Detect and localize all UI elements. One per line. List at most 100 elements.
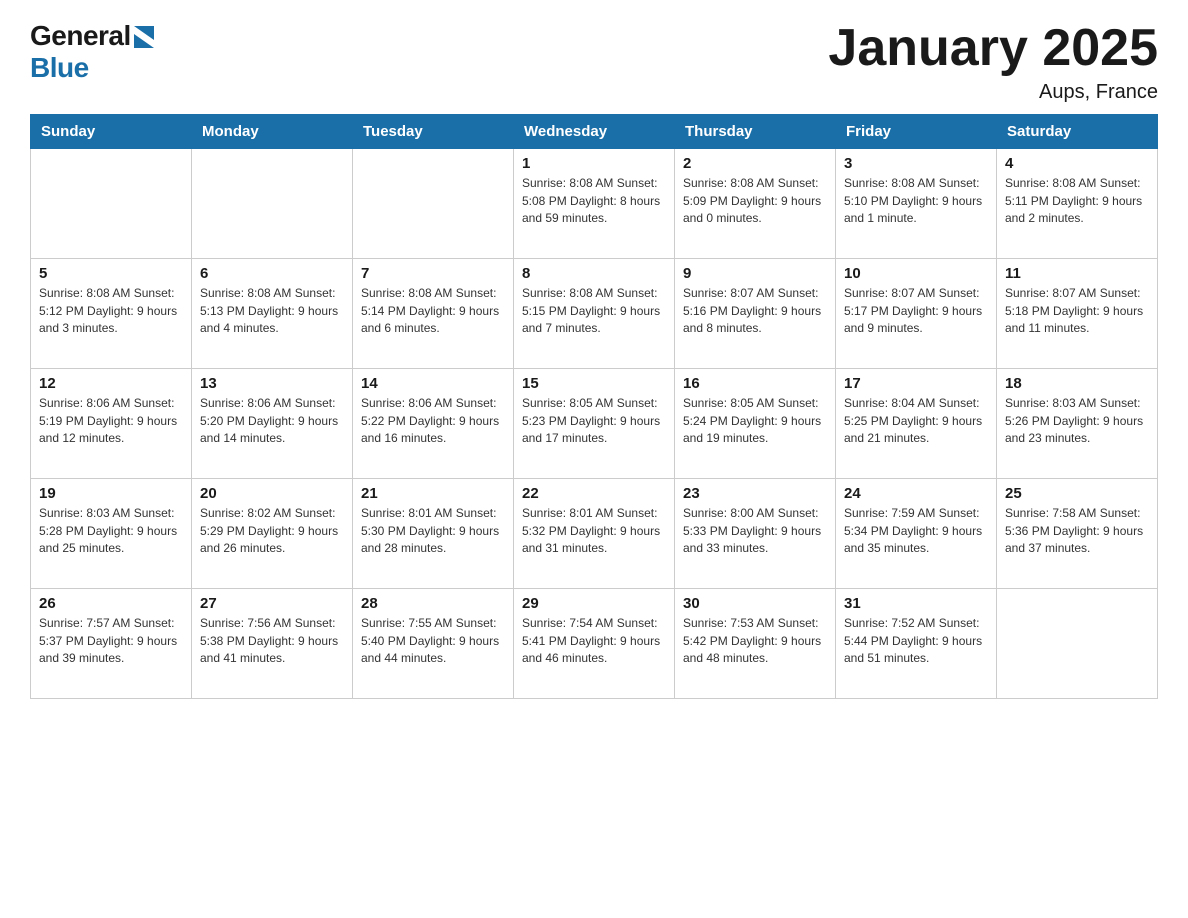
day-number: 27: [200, 595, 344, 612]
table-row: 12 Sunrise: 8:06 AM Sunset: 5:19 PM Dayli…: [31, 369, 192, 479]
col-monday: Monday: [192, 115, 353, 149]
table-row: 31Sunrise: 7:52 AM Sunset: 5:44 PM Dayli…: [836, 589, 997, 699]
calendar-week-row: 26 Sunrise: 7:57 AM Sunset: 5:37 PM Dayli…: [31, 589, 1158, 699]
table-row: 20Sunrise: 8:02 AM Sunset: 5:29 PM Dayli…: [192, 479, 353, 589]
col-wednesday: Wednesday: [514, 115, 675, 149]
logo-blue-text: Blue: [30, 52, 89, 83]
table-row: 4 Sunrise: 8:08 AM Sunset: 5:11 PM Daylig…: [997, 149, 1158, 259]
table-row: 2Sunrise: 8:08 AM Sunset: 5:09 PM Daylig…: [675, 149, 836, 259]
col-tuesday: Tuesday: [353, 115, 514, 149]
table-row: 1Sunrise: 8:08 AM Sunset: 5:08 PM Daylig…: [514, 149, 675, 259]
day-info: Sunrise: 8:03 AM Sunset: 5:26 PM Dayligh…: [1005, 395, 1149, 447]
day-info: Sunrise: 8:05 AM Sunset: 5:23 PM Dayligh…: [522, 395, 666, 447]
day-number: 28: [361, 595, 505, 612]
calendar-title: January 2025: [828, 20, 1158, 77]
table-row: [192, 149, 353, 259]
col-thursday: Thursday: [675, 115, 836, 149]
day-number: 10: [844, 265, 988, 282]
day-number: 7: [361, 265, 505, 282]
table-row: 26 Sunrise: 7:57 AM Sunset: 5:37 PM Dayli…: [31, 589, 192, 699]
table-row: 3 Sunrise: 8:08 AM Sunset: 5:10 PM Daylig…: [836, 149, 997, 259]
calendar-week-row: 5Sunrise: 8:08 AM Sunset: 5:12 PM Daylig…: [31, 259, 1158, 369]
day-info: Sunrise: 7:54 AM Sunset: 5:41 PM Dayligh…: [522, 615, 666, 667]
day-number: 24: [844, 485, 988, 502]
table-row: 15Sunrise: 8:05 AM Sunset: 5:23 PM Dayli…: [514, 369, 675, 479]
day-info: Sunrise: 8:07 AM Sunset: 5:17 PM Dayligh…: [844, 285, 988, 337]
day-info: Sunrise: 8:08 AM Sunset: 5:13 PM Dayligh…: [200, 285, 344, 337]
day-info: Sunrise: 8:08 AM Sunset: 5:10 PM Dayligh…: [844, 175, 988, 227]
day-info: Sunrise: 8:08 AM Sunset: 5:14 PM Dayligh…: [361, 285, 505, 337]
table-row: 22 Sunrise: 8:01 AM Sunset: 5:32 PM Dayli…: [514, 479, 675, 589]
day-number: 12: [39, 375, 183, 392]
day-number: 21: [361, 485, 505, 502]
day-info: Sunrise: 7:59 AM Sunset: 5:34 PM Dayligh…: [844, 505, 988, 557]
day-number: 19: [39, 485, 183, 502]
day-number: 30: [683, 595, 827, 612]
day-number: 29: [522, 595, 666, 612]
calendar-week-row: 19 Sunrise: 8:03 AM Sunset: 5:28 PM Dayli…: [31, 479, 1158, 589]
day-number: 3: [844, 155, 988, 172]
table-row: [997, 589, 1158, 699]
day-number: 11: [1005, 265, 1149, 282]
table-row: 24 Sunrise: 7:59 AM Sunset: 5:34 PM Dayli…: [836, 479, 997, 589]
day-number: 6: [200, 265, 344, 282]
table-row: 23Sunrise: 8:00 AM Sunset: 5:33 PM Dayli…: [675, 479, 836, 589]
day-info: Sunrise: 7:57 AM Sunset: 5:37 PM Dayligh…: [39, 615, 183, 667]
day-info: Sunrise: 8:06 AM Sunset: 5:19 PM Dayligh…: [39, 395, 183, 447]
calendar-week-row: 12 Sunrise: 8:06 AM Sunset: 5:19 PM Dayli…: [31, 369, 1158, 479]
table-row: 9Sunrise: 8:07 AM Sunset: 5:16 PM Daylig…: [675, 259, 836, 369]
table-row: 7 Sunrise: 8:08 AM Sunset: 5:14 PM Daylig…: [353, 259, 514, 369]
day-info: Sunrise: 8:07 AM Sunset: 5:16 PM Dayligh…: [683, 285, 827, 337]
day-number: 26: [39, 595, 183, 612]
day-info: Sunrise: 7:52 AM Sunset: 5:44 PM Dayligh…: [844, 615, 988, 667]
day-number: 14: [361, 375, 505, 392]
day-number: 22: [522, 485, 666, 502]
col-sunday: Sunday: [31, 115, 192, 149]
day-number: 16: [683, 375, 827, 392]
table-row: 5Sunrise: 8:08 AM Sunset: 5:12 PM Daylig…: [31, 259, 192, 369]
day-info: Sunrise: 8:04 AM Sunset: 5:25 PM Dayligh…: [844, 395, 988, 447]
table-row: 17Sunrise: 8:04 AM Sunset: 5:25 PM Dayli…: [836, 369, 997, 479]
calendar-subtitle: Aups, France: [828, 81, 1158, 104]
page-header: General Blue January 2025 Aups, France: [30, 20, 1158, 104]
day-info: Sunrise: 8:00 AM Sunset: 5:33 PM Dayligh…: [683, 505, 827, 557]
day-info: Sunrise: 8:01 AM Sunset: 5:30 PM Dayligh…: [361, 505, 505, 557]
table-row: 8 Sunrise: 8:08 AM Sunset: 5:15 PM Daylig…: [514, 259, 675, 369]
day-info: Sunrise: 8:06 AM Sunset: 5:20 PM Dayligh…: [200, 395, 344, 447]
day-number: 25: [1005, 485, 1149, 502]
day-info: Sunrise: 8:08 AM Sunset: 5:11 PM Dayligh…: [1005, 175, 1149, 227]
table-row: 25 Sunrise: 7:58 AM Sunset: 5:36 PM Dayli…: [997, 479, 1158, 589]
day-info: Sunrise: 7:55 AM Sunset: 5:40 PM Dayligh…: [361, 615, 505, 667]
calendar-week-row: 1Sunrise: 8:08 AM Sunset: 5:08 PM Daylig…: [31, 149, 1158, 259]
table-row: [31, 149, 192, 259]
table-row: 28 Sunrise: 7:55 AM Sunset: 5:40 PM Dayli…: [353, 589, 514, 699]
calendar-header-row: Sunday Monday Tuesday Wednesday Thursday…: [31, 115, 1158, 149]
logo-general-text: General: [30, 20, 131, 52]
day-info: Sunrise: 8:05 AM Sunset: 5:24 PM Dayligh…: [683, 395, 827, 447]
table-row: [353, 149, 514, 259]
table-row: 29 Sunrise: 7:54 AM Sunset: 5:41 PM Dayli…: [514, 589, 675, 699]
day-info: Sunrise: 7:58 AM Sunset: 5:36 PM Dayligh…: [1005, 505, 1149, 557]
table-row: 6 Sunrise: 8:08 AM Sunset: 5:13 PM Daylig…: [192, 259, 353, 369]
table-row: 30Sunrise: 7:53 AM Sunset: 5:42 PM Dayli…: [675, 589, 836, 699]
table-row: 10 Sunrise: 8:07 AM Sunset: 5:17 PM Dayli…: [836, 259, 997, 369]
table-row: 11 Sunrise: 8:07 AM Sunset: 5:18 PM Dayli…: [997, 259, 1158, 369]
table-row: 27 Sunrise: 7:56 AM Sunset: 5:38 PM Dayli…: [192, 589, 353, 699]
day-info: Sunrise: 8:03 AM Sunset: 5:28 PM Dayligh…: [39, 505, 183, 557]
day-info: Sunrise: 7:56 AM Sunset: 5:38 PM Dayligh…: [200, 615, 344, 667]
day-info: Sunrise: 8:08 AM Sunset: 5:09 PM Dayligh…: [683, 175, 827, 227]
day-info: Sunrise: 8:08 AM Sunset: 5:15 PM Dayligh…: [522, 285, 666, 337]
table-row: 19 Sunrise: 8:03 AM Sunset: 5:28 PM Dayli…: [31, 479, 192, 589]
day-number: 20: [200, 485, 344, 502]
day-info: Sunrise: 8:01 AM Sunset: 5:32 PM Dayligh…: [522, 505, 666, 557]
day-info: Sunrise: 8:07 AM Sunset: 5:18 PM Dayligh…: [1005, 285, 1149, 337]
calendar-header: January 2025 Aups, France: [828, 20, 1158, 104]
table-row: 18Sunrise: 8:03 AM Sunset: 5:26 PM Dayli…: [997, 369, 1158, 479]
day-number: 8: [522, 265, 666, 282]
calendar-table: Sunday Monday Tuesday Wednesday Thursday…: [30, 114, 1158, 699]
table-row: 14Sunrise: 8:06 AM Sunset: 5:22 PM Dayli…: [353, 369, 514, 479]
table-row: 16 Sunrise: 8:05 AM Sunset: 5:24 PM Dayli…: [675, 369, 836, 479]
day-info: Sunrise: 8:08 AM Sunset: 5:12 PM Dayligh…: [39, 285, 183, 337]
day-number: 4: [1005, 155, 1149, 172]
day-number: 13: [200, 375, 344, 392]
